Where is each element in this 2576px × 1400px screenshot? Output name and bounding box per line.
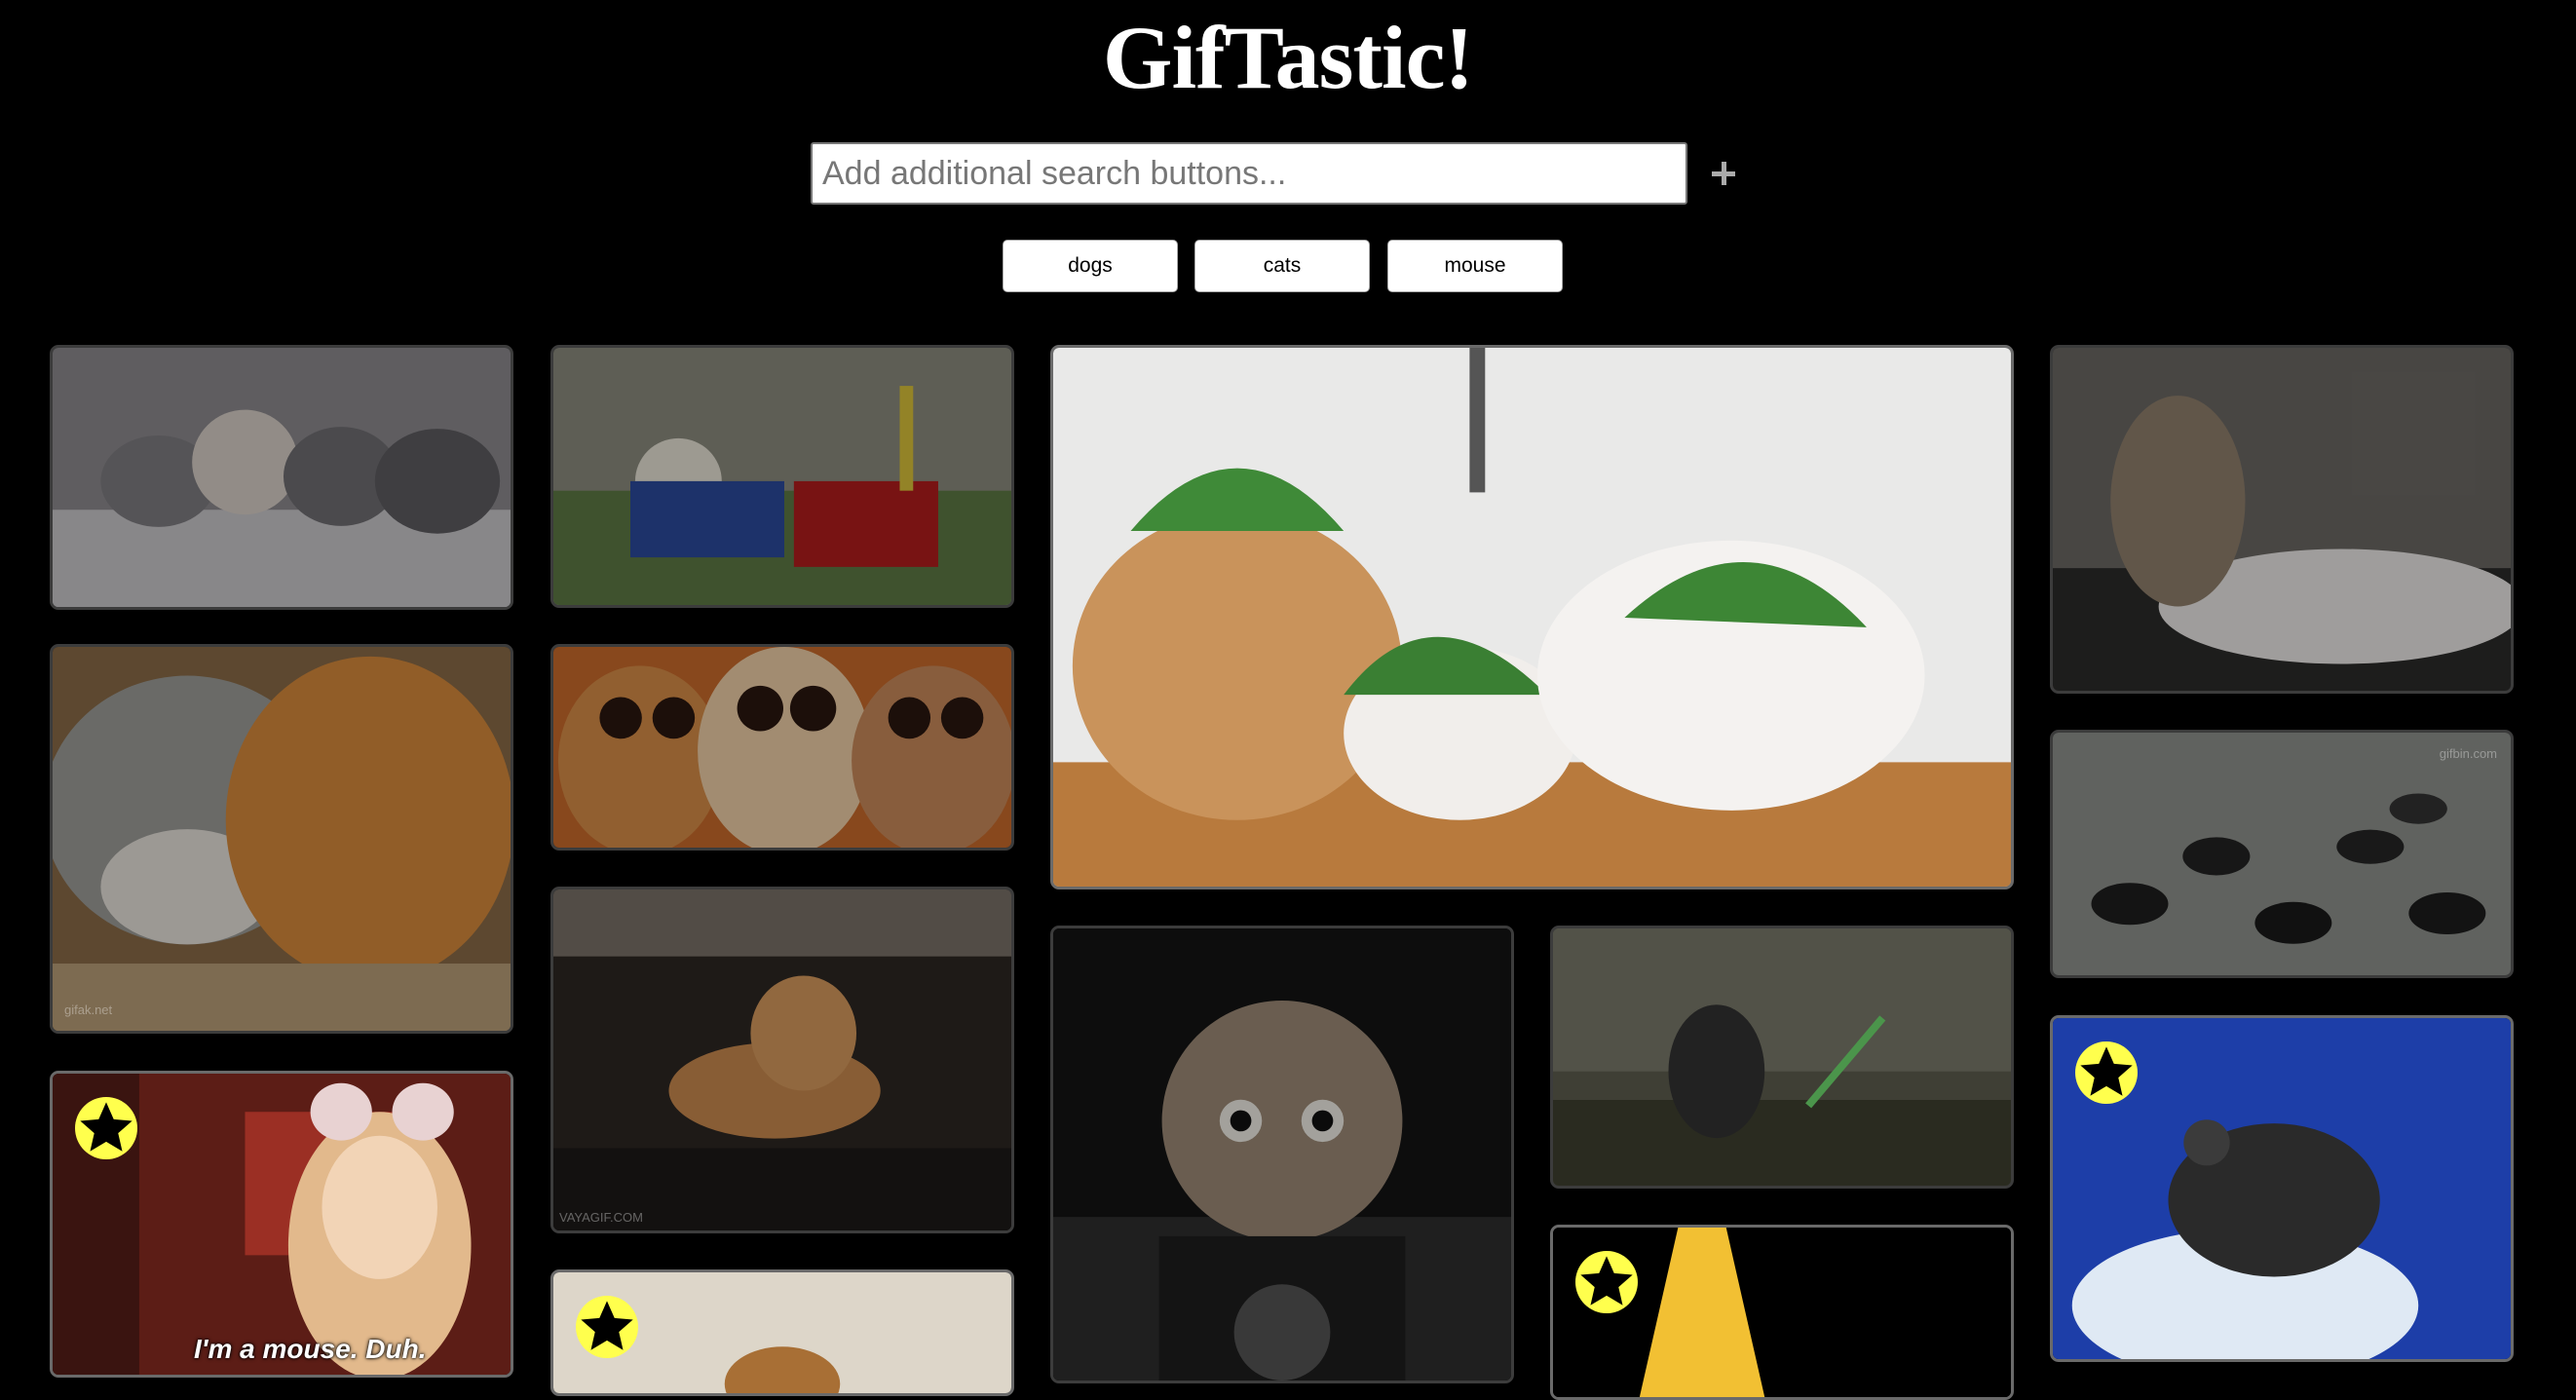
gif-card[interactable] xyxy=(550,345,1014,608)
gif-card[interactable]: gifak.net xyxy=(50,644,513,1034)
star-icon xyxy=(581,1301,633,1350)
gif-card[interactable]: I'm a mouse. Duh. xyxy=(50,1071,513,1378)
gif-card[interactable] xyxy=(2050,345,2514,694)
plus-icon xyxy=(1707,148,1740,199)
gif-card[interactable] xyxy=(1550,1225,2014,1400)
star-icon xyxy=(1580,1256,1633,1305)
gif-card[interactable]: VAYAGIF.COM xyxy=(550,887,1014,1233)
add-search-button[interactable] xyxy=(1707,148,1740,199)
page-title: GifTastic! xyxy=(1102,8,1474,107)
watermark: gifak.net xyxy=(64,1003,113,1017)
topic-button-mouse[interactable]: mouse xyxy=(1387,240,1563,292)
favorite-badge[interactable] xyxy=(1575,1251,1638,1313)
gif-card[interactable] xyxy=(1050,926,1514,1383)
favorite-badge[interactable] xyxy=(75,1097,137,1159)
gif-card[interactable] xyxy=(50,345,513,610)
star-icon xyxy=(2080,1046,2133,1096)
gif-card[interactable] xyxy=(2050,1015,2514,1362)
watermark: VAYAGIF.COM xyxy=(559,1210,643,1225)
star-icon xyxy=(80,1102,133,1152)
topic-button-dogs[interactable]: dogs xyxy=(1003,240,1178,292)
favorite-badge[interactable] xyxy=(576,1296,638,1358)
gif-card[interactable] xyxy=(1550,926,2014,1189)
gif-card[interactable]: gifbin.com xyxy=(2050,730,2514,978)
watermark: gifbin.com xyxy=(2439,746,2497,761)
gif-caption: I'm a mouse. Duh. xyxy=(194,1334,427,1364)
gif-card[interactable] xyxy=(550,644,1014,851)
gif-card[interactable] xyxy=(1050,345,2014,889)
search-input[interactable] xyxy=(811,142,1687,205)
topic-button-cats[interactable]: cats xyxy=(1194,240,1370,292)
favorite-badge[interactable] xyxy=(2075,1041,2138,1104)
